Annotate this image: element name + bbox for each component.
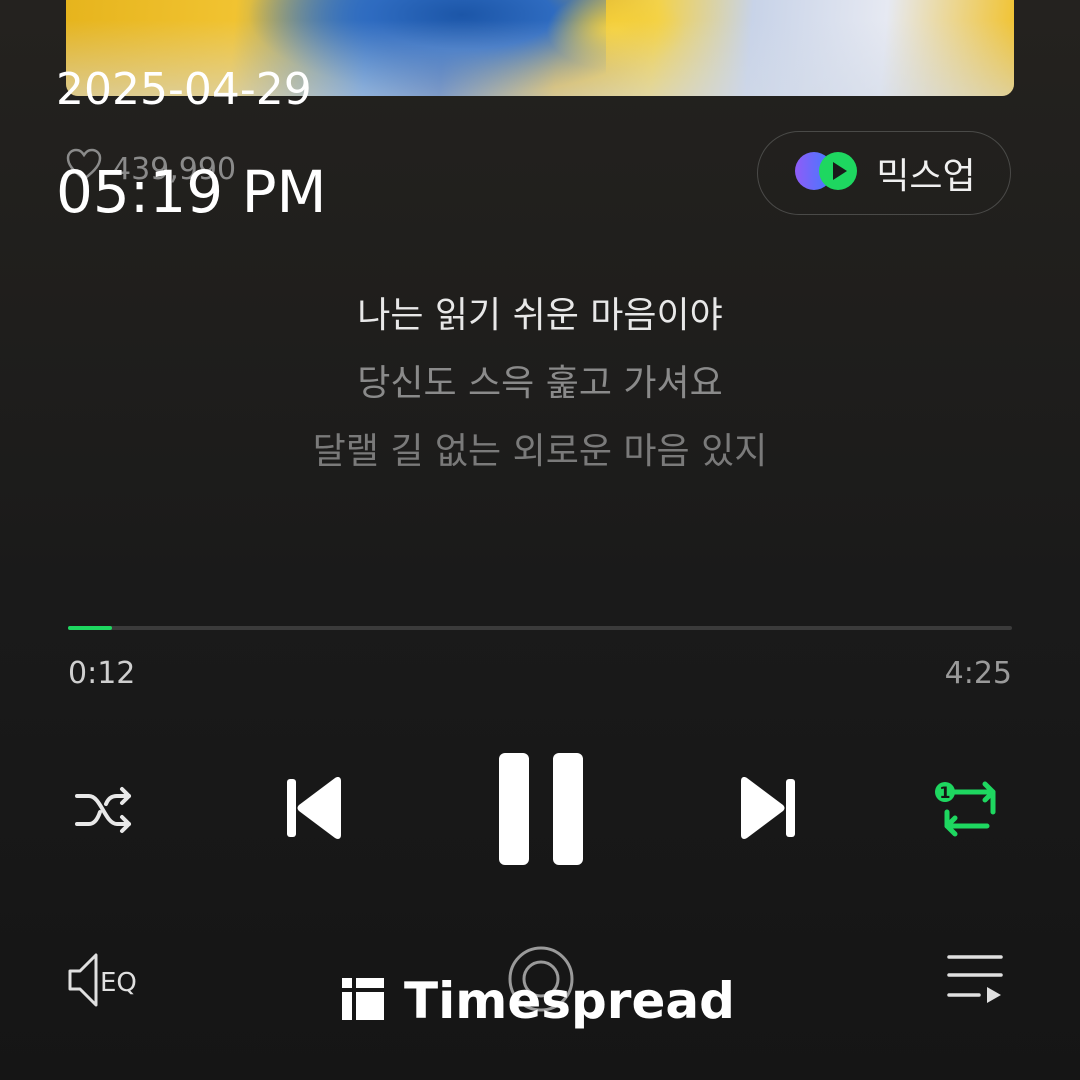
mixup-button[interactable]: 믹스업 (757, 131, 1011, 215)
lyric-line-current[interactable]: 나는 읽기 쉬운 마음이야 (0, 282, 1080, 350)
svg-text:1: 1 (939, 783, 950, 802)
repeat-button[interactable]: 1 (930, 776, 1010, 842)
repeat-one-icon: 1 (931, 776, 1009, 842)
seek-bar[interactable] (68, 626, 1012, 630)
lyric-line-next[interactable]: 달랠 길 없는 외로운 마음 있지 (0, 418, 1080, 486)
overlay-time: 05:19 PM (56, 158, 327, 226)
shuffle-button[interactable] (68, 778, 140, 842)
skip-previous-icon (283, 773, 345, 843)
skip-next-icon (737, 773, 799, 843)
previous-button[interactable] (282, 772, 346, 844)
total-time: 4:25 (944, 656, 1012, 691)
pause-button[interactable] (496, 750, 586, 868)
lyrics-panel[interactable]: 나는 읽기 쉬운 마음이야 당신도 스윽 훑고 가셔요 달랠 길 없는 외로운 … (0, 282, 1080, 486)
timespread-text: Timespread (404, 972, 735, 1030)
overlay-date: 2025-04-29 (56, 64, 312, 115)
playlist-icon (945, 951, 1005, 1009)
seek-bar-progress (68, 626, 113, 630)
mixup-play-icon (792, 149, 862, 197)
shuffle-icon (71, 782, 137, 838)
eq-icon: EQ (66, 949, 150, 1011)
timespread-watermark: Timespread (340, 972, 735, 1030)
svg-text:EQ: EQ (100, 968, 137, 998)
current-time: 0:12 (68, 656, 136, 691)
eq-button[interactable]: EQ (66, 948, 150, 1012)
playlist-button[interactable] (944, 950, 1006, 1010)
mixup-label: 믹스업 (876, 156, 976, 197)
pause-icon (497, 751, 585, 867)
lyric-line-next[interactable]: 당신도 스윽 훑고 가셔요 (0, 350, 1080, 418)
timespread-logo-icon (340, 976, 386, 1026)
next-button[interactable] (736, 772, 800, 844)
